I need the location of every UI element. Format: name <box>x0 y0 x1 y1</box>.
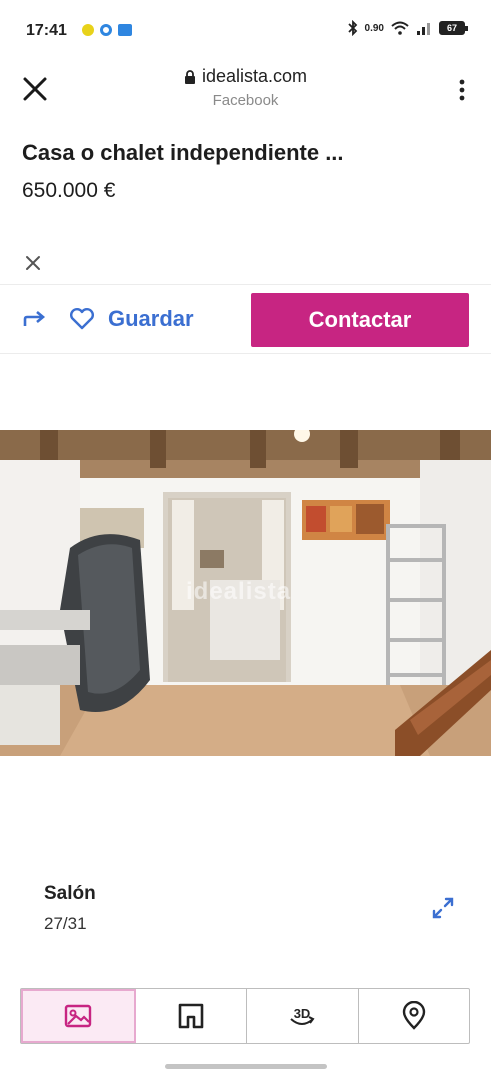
dismiss-icon[interactable] <box>24 254 42 272</box>
more-options-icon[interactable] <box>459 78 465 102</box>
heart-icon <box>69 307 95 330</box>
notification-message-icon <box>118 24 132 36</box>
share-icon[interactable] <box>22 308 48 330</box>
referrer-text: Facebook <box>212 91 279 109</box>
url-block[interactable]: idealista.com Facebook <box>0 66 491 109</box>
status-bar: 17:41 0.90 67 <box>0 0 491 62</box>
battery-icon: 67 <box>439 21 468 35</box>
signal-icon <box>417 23 430 35</box>
photos-icon <box>65 1004 92 1028</box>
tab-3d-tour[interactable]: 3D <box>247 989 359 1043</box>
url-line: idealista.com <box>184 66 307 87</box>
action-row: Guardar Contactar <box>0 284 491 354</box>
map-pin-icon <box>402 1001 425 1030</box>
custom-tab-toolbar: idealista.com Facebook <box>0 62 491 124</box>
photo-caption: Salón <box>44 883 96 904</box>
tab-floorplan[interactable] <box>136 989 247 1043</box>
listing-price: 650.000 € <box>22 179 116 202</box>
wifi-icon <box>391 21 409 35</box>
3d-tour-icon: 3D <box>290 1006 315 1025</box>
tab-photos[interactable] <box>21 989 136 1043</box>
home-indicator[interactable] <box>165 1064 327 1069</box>
lock-icon <box>184 69 195 84</box>
notification-app-icon <box>82 24 94 36</box>
save-button[interactable]: Guardar <box>68 302 194 336</box>
media-tabbar: 3D <box>20 988 470 1044</box>
url-text: idealista.com <box>201 66 308 86</box>
save-label: Guardar <box>108 306 194 331</box>
listing-title: Casa o chalet independiente ... <box>22 140 344 165</box>
expand-icon[interactable] <box>430 895 456 921</box>
notification-ring-icon <box>100 24 112 36</box>
svg-text:3D: 3D <box>294 1006 311 1021</box>
status-time: 17:41 <box>26 22 67 39</box>
network-speed: 0.90 <box>364 22 384 34</box>
notification-icons <box>82 24 132 36</box>
listing-photo[interactable]: idealista <box>0 430 491 756</box>
tab-map[interactable] <box>359 989 470 1043</box>
photo-counter: 27/31 <box>44 914 87 933</box>
contact-button[interactable]: Contactar <box>251 293 469 347</box>
system-icons: 0.90 67 <box>347 20 468 36</box>
photo-watermark: idealista <box>186 578 292 605</box>
floorplan-icon <box>178 1003 204 1029</box>
bluetooth-icon <box>347 20 357 36</box>
